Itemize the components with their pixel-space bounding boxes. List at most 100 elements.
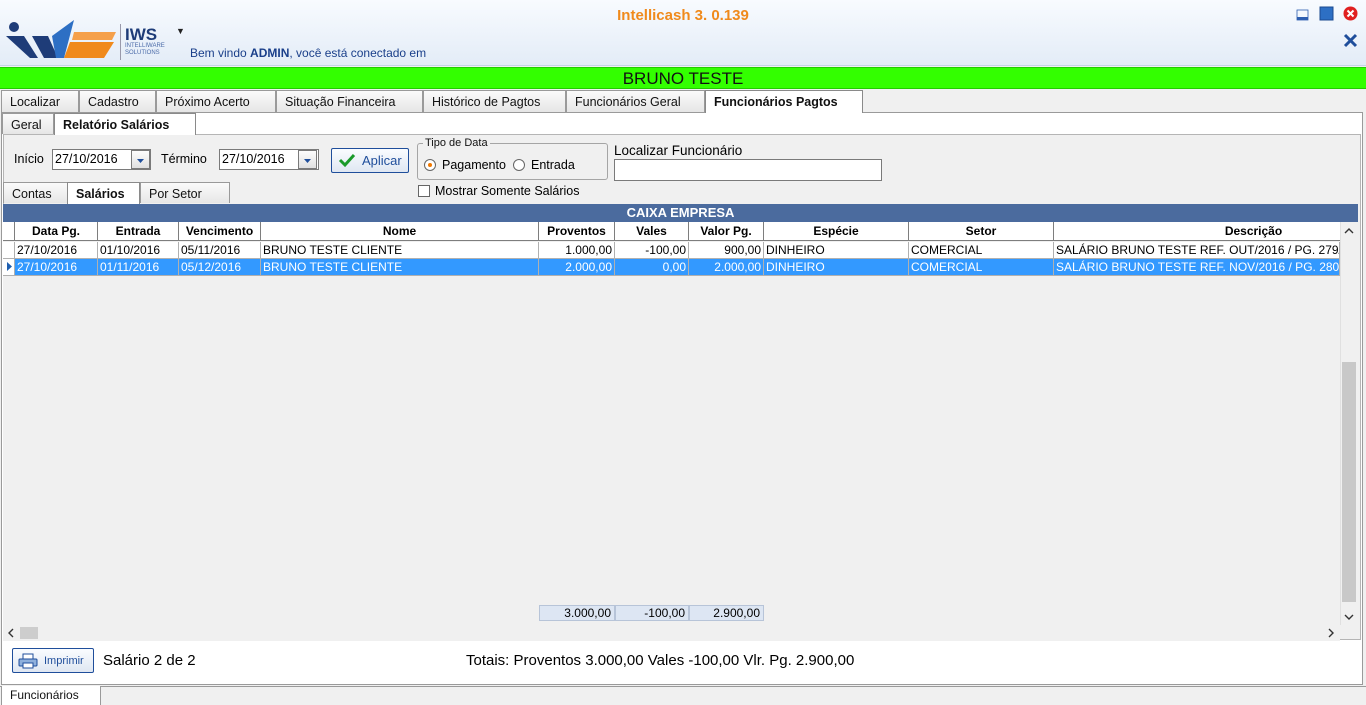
cell-vales: -100,00 <box>615 242 689 259</box>
welcome-suffix: , você está conectado em <box>289 46 427 60</box>
chevron-down-icon <box>137 159 144 163</box>
tab-funcionarios-geral[interactable]: Funcionários Geral <box>566 90 705 112</box>
somente-salarios-label: Mostrar Somente Salários <box>435 184 580 198</box>
print-label: Imprimir <box>44 655 84 667</box>
somente-salarios-checkbox[interactable] <box>418 185 430 197</box>
tipo-data-legend: Tipo de Data <box>423 137 490 149</box>
cell-data-pg: 27/10/2016 <box>15 259 98 276</box>
horizontal-scroll-thumb[interactable] <box>20 627 38 639</box>
chevron-down-icon <box>304 159 311 163</box>
cell-nome: BRUNO TESTE CLIENTE <box>261 259 539 276</box>
footer-vales-total: -100,00 <box>615 605 689 621</box>
logo-divider <box>120 24 121 60</box>
pagamento-radio[interactable] <box>424 159 436 171</box>
close-tab-icon[interactable] <box>1343 33 1358 48</box>
app-title: Intellicash 3. 0.139 <box>617 7 749 24</box>
cell-vencimento: 05/12/2016 <box>179 259 261 276</box>
tab-funcionarios-window[interactable]: Funcionários <box>1 686 101 705</box>
view-tab-strip: Contas Salários Por Setor <box>0 182 240 204</box>
logo-text: IWS <box>125 25 158 44</box>
localizar-funcionario-input[interactable] <box>614 159 882 181</box>
tab-contas[interactable]: Contas <box>3 182 68 203</box>
scroll-left-icon[interactable] <box>5 627 17 639</box>
record-status: Salário 2 de 2 <box>103 652 196 669</box>
col-header-vencimento[interactable]: Vencimento <box>179 222 261 241</box>
vertical-scroll-thumb[interactable] <box>1342 362 1356 602</box>
tab-cadastro[interactable]: Cadastro <box>79 90 156 112</box>
welcome-message: Bem vindo ADMIN, você está conectado em <box>190 46 426 60</box>
col-header-proventos[interactable]: Proventos <box>539 222 615 241</box>
cell-vales: 0,00 <box>615 259 689 276</box>
table-row[interactable]: 27/10/2016 01/10/2016 05/11/2016 BRUNO T… <box>3 242 1340 259</box>
scroll-right-icon[interactable] <box>1325 627 1337 639</box>
tab-label: Contas <box>12 187 52 201</box>
sub-tab-strip: Geral Relatório Salários <box>0 113 400 135</box>
col-header-entrada[interactable]: Entrada <box>98 222 179 241</box>
table-row-selected[interactable]: 27/10/2016 01/11/2016 05/12/2016 BRUNO T… <box>3 259 1340 276</box>
tab-label: Funcionários Pagtos <box>714 95 838 109</box>
salary-grid[interactable]: Data Pg. Entrada Vencimento Nome Provent… <box>3 222 1340 625</box>
cell-data-pg: 27/10/2016 <box>15 242 98 259</box>
tab-label: Por Setor <box>149 187 202 201</box>
cell-descricao: SALÁRIO BRUNO TESTE REF. OUT/2016 / PG. … <box>1054 242 1340 259</box>
cell-valor-pg: 900,00 <box>689 242 764 259</box>
tab-geral[interactable]: Geral <box>2 113 54 134</box>
menu-dropdown-icon[interactable]: ▼ <box>176 26 185 36</box>
col-header-setor[interactable]: Setor <box>909 222 1054 241</box>
tab-label: Situação Financeira <box>285 95 396 109</box>
col-header-data-pg[interactable]: Data Pg. <box>15 222 98 241</box>
row-indicator-header <box>3 222 15 241</box>
cell-nome: BRUNO TESTE CLIENTE <box>261 242 539 259</box>
totals-summary: Totais: Proventos 3.000,00 Vales -100,00… <box>466 652 855 669</box>
cell-especie: DINHEIRO <box>764 242 909 259</box>
tab-situacao-financeira[interactable]: Situação Financeira <box>276 90 423 112</box>
close-window-icon[interactable] <box>1343 6 1358 21</box>
apply-label: Aplicar <box>362 153 402 168</box>
localizar-funcionario-label: Localizar Funcionário <box>614 143 743 158</box>
termino-label: Término <box>161 152 207 166</box>
print-button[interactable]: Imprimir <box>12 648 94 673</box>
inicio-dropdown-button[interactable] <box>131 150 150 169</box>
cell-especie: DINHEIRO <box>764 259 909 276</box>
iws-logo <box>6 20 116 58</box>
cell-vencimento: 05/11/2016 <box>179 242 261 259</box>
minimize-icon[interactable] <box>1295 7 1310 22</box>
tab-label: Geral <box>11 118 42 132</box>
footer-valor-pg-total: 2.900,00 <box>689 605 764 621</box>
horizontal-scrollbar[interactable] <box>3 625 1340 641</box>
tab-historico-pagtos[interactable]: Histórico de Pagtos <box>423 90 566 112</box>
row-indicator <box>3 242 15 259</box>
tab-localizar[interactable]: Localizar <box>1 90 79 112</box>
col-header-descricao[interactable]: Descrição <box>1054 222 1340 241</box>
grid-title: CAIXA EMPRESA <box>3 204 1358 222</box>
row-indicator <box>3 259 15 276</box>
termino-dropdown-button[interactable] <box>298 150 317 169</box>
pagamento-label: Pagamento <box>442 158 506 172</box>
status-bar <box>0 686 1366 705</box>
col-header-nome[interactable]: Nome <box>261 222 539 241</box>
checkmark-icon <box>338 153 356 168</box>
tab-proximo-acerto[interactable]: Próximo Acerto <box>156 90 276 112</box>
tab-funcionarios-pagtos[interactable]: Funcionários Pagtos <box>705 90 863 113</box>
maximize-icon[interactable] <box>1319 6 1334 21</box>
scroll-up-icon[interactable] <box>1342 226 1356 236</box>
welcome-prefix: Bem vindo <box>190 46 251 60</box>
tab-relatorio-salarios[interactable]: Relatório Salários <box>54 113 196 135</box>
tab-label: Localizar <box>10 95 61 109</box>
scroll-down-icon[interactable] <box>1342 612 1356 622</box>
tab-salarios[interactable]: Salários <box>67 182 140 204</box>
tab-label: Próximo Acerto <box>165 95 250 109</box>
tab-por-setor[interactable]: Por Setor <box>140 182 230 203</box>
col-header-vales[interactable]: Vales <box>615 222 689 241</box>
col-header-especie[interactable]: Espécie <box>764 222 909 241</box>
tab-label: Cadastro <box>88 95 139 109</box>
cell-valor-pg: 2.000,00 <box>689 259 764 276</box>
tab-label: Histórico de Pagtos <box>432 95 541 109</box>
col-header-valor-pg[interactable]: Valor Pg. <box>689 222 764 241</box>
cell-setor: COMERCIAL <box>909 259 1054 276</box>
printer-icon <box>18 653 38 669</box>
entrada-radio[interactable] <box>513 159 525 171</box>
cell-proventos: 2.000,00 <box>539 259 615 276</box>
entrada-label: Entrada <box>531 158 575 172</box>
apply-button[interactable]: Aplicar <box>331 148 409 173</box>
